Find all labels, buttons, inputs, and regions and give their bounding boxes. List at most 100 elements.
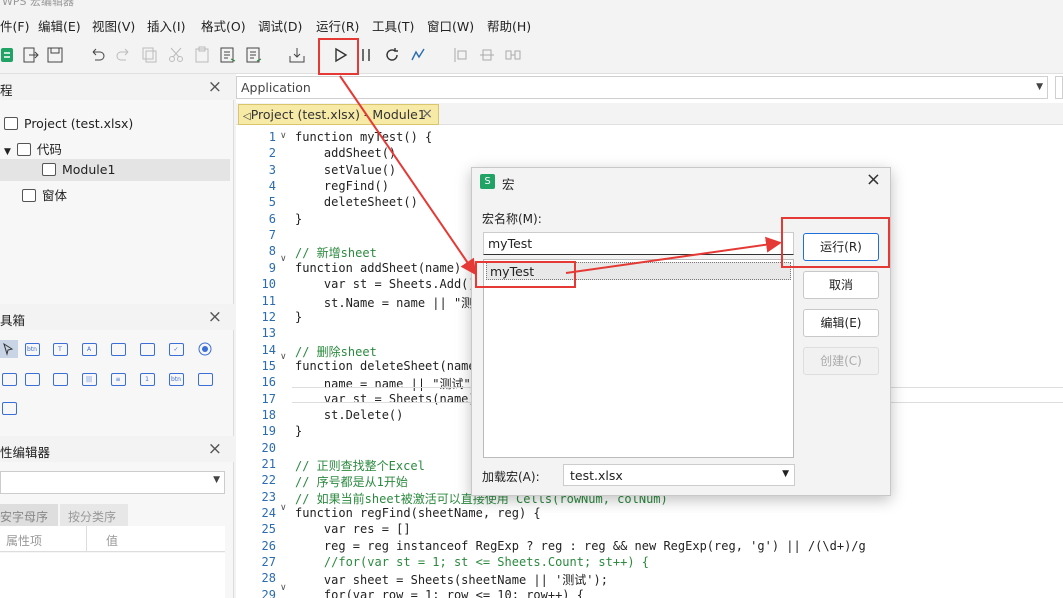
fold-chevron-icon[interactable]: ∨ xyxy=(280,352,287,362)
close-icon[interactable]: × xyxy=(208,77,222,97)
combobox-tool-icon[interactable] xyxy=(109,340,127,358)
code-line[interactable]: regFind() xyxy=(295,179,389,193)
menu-help[interactable]: 帮助(H) xyxy=(487,16,531,35)
code-line[interactable]: setValue() xyxy=(295,163,396,177)
close-icon[interactable]: × xyxy=(208,307,222,327)
radio-tool-icon[interactable] xyxy=(196,340,214,358)
code-line[interactable]: } xyxy=(295,424,302,438)
chevron-down-icon[interactable]: ▼ xyxy=(4,147,11,157)
slider-tool-icon[interactable] xyxy=(51,370,69,388)
edit-button[interactable]: 编辑(E) xyxy=(803,309,879,337)
number-tool-icon[interactable]: 1 xyxy=(138,370,156,388)
align-left-icon[interactable] xyxy=(451,45,471,65)
undo-icon[interactable] xyxy=(87,45,107,65)
checkbox-tool-icon[interactable]: ✓ xyxy=(167,340,185,358)
tree-project[interactable]: Project (test.xlsx) xyxy=(4,116,133,131)
code-line[interactable]: // 正则查找整个Excel xyxy=(295,457,425,474)
code-line[interactable]: for(var row = 1; row <= 10; row++) { xyxy=(295,588,584,598)
reset-icon[interactable] xyxy=(382,45,402,65)
wps-logo-icon[interactable] xyxy=(0,45,20,65)
image-tool-icon[interactable] xyxy=(0,399,18,417)
spin-tool-icon[interactable] xyxy=(23,370,41,388)
fold-chevron-icon[interactable]: ∨ xyxy=(280,131,287,141)
close-icon[interactable]: × xyxy=(208,439,222,459)
procedure-dropdown[interactable] xyxy=(1055,76,1063,99)
save-icon[interactable] xyxy=(45,45,65,65)
code-line[interactable]: // 序号都是从1开始 xyxy=(295,473,408,490)
code-line[interactable]: var res = [] xyxy=(295,522,411,536)
load-macro-select[interactable]: test.xlsx ▼ xyxy=(563,464,795,486)
create-button[interactable]: 创建(C) xyxy=(803,347,879,375)
code-line[interactable]: st.Name = name || "测 xyxy=(295,294,473,311)
close-icon[interactable]: × xyxy=(421,106,433,122)
code-line[interactable]: function deleteSheet(name xyxy=(295,359,476,373)
code-line[interactable]: //for(var st = 1; st <= Sheets.Count; st… xyxy=(295,555,649,569)
distribute-icon[interactable] xyxy=(503,45,523,65)
pointer-tool-icon[interactable] xyxy=(0,340,18,358)
code-line[interactable]: } xyxy=(295,212,302,226)
line-number: 4 xyxy=(268,179,276,194)
barcode-tool-icon[interactable]: ||| xyxy=(80,370,98,388)
fold-chevron-icon[interactable]: ∨ xyxy=(280,254,287,264)
list-tool-icon[interactable]: ≡ xyxy=(109,370,127,388)
macro-list[interactable]: myTest xyxy=(483,259,794,458)
menu-debug[interactable]: 调试(D) xyxy=(258,16,302,35)
code-line[interactable]: // 新增sheet xyxy=(295,244,377,261)
object-select[interactable]: ▼ xyxy=(0,471,225,494)
macro-name-input[interactable]: myTest xyxy=(483,232,794,255)
pause-icon[interactable] xyxy=(356,45,376,65)
align-center-icon[interactable] xyxy=(477,45,497,65)
fold-chevron-icon[interactable]: ∨ xyxy=(280,583,287,593)
textbox-tool-icon[interactable]: T xyxy=(51,340,69,358)
fold-chevron-icon[interactable]: ∨ xyxy=(280,503,287,513)
tab-module1[interactable]: ◁Project (test.xlsx) - Module1 × xyxy=(238,104,439,125)
tree-forms[interactable]: 窗体 xyxy=(22,185,67,204)
menu-insert[interactable]: 插入(I) xyxy=(147,16,185,35)
code-line[interactable]: } xyxy=(295,310,302,324)
menu-tools[interactable]: 工具(T) xyxy=(372,16,414,35)
copy-icon[interactable] xyxy=(140,45,160,65)
label-tool-icon[interactable]: btn xyxy=(23,340,41,358)
paste-icon[interactable] xyxy=(192,45,212,65)
indent-icon[interactable] xyxy=(218,45,238,65)
redo-icon[interactable] xyxy=(114,45,134,65)
cut-icon[interactable] xyxy=(166,45,186,65)
button-tool-icon[interactable]: btn xyxy=(167,370,185,388)
tab-alphabetical[interactable]: 安字母序 xyxy=(0,504,58,526)
tab-categorized[interactable]: 按分类序 xyxy=(60,504,128,526)
code-line[interactable]: addSheet() xyxy=(295,146,396,160)
frame-tool-icon[interactable]: A xyxy=(80,340,98,358)
code-line[interactable]: function regFind(sheetName, reg) { xyxy=(295,506,541,520)
menu-edit[interactable]: 编辑(E) xyxy=(38,16,81,35)
cancel-button[interactable]: 取消 xyxy=(803,271,879,299)
tree-code[interactable]: ▼ 代码 xyxy=(4,139,62,158)
menu-view[interactable]: 视图(V) xyxy=(92,16,135,35)
tab-module1-label: Project (test.xlsx) - Module1 xyxy=(250,107,426,122)
scrollbar-tool-icon[interactable] xyxy=(0,370,18,388)
code-line[interactable]: reg = reg instanceof RegExp ? reg : reg … xyxy=(295,539,866,553)
code-line[interactable]: st.Delete() xyxy=(295,408,403,422)
code-line[interactable]: var sheet = Sheets(sheetName || '测试'); xyxy=(295,571,608,588)
object-dropdown[interactable]: Application ▼ xyxy=(236,76,1048,99)
annotation-box-run-button xyxy=(781,217,890,268)
code-line[interactable]: // 删除sheet xyxy=(295,343,377,360)
menu-format[interactable]: 格式(O) xyxy=(201,16,246,35)
menu-file[interactable]: 件(F) xyxy=(0,16,29,35)
tree-module1[interactable]: Module1 xyxy=(0,159,230,181)
import-icon[interactable] xyxy=(287,45,307,65)
export-icon[interactable] xyxy=(20,45,40,65)
code-line[interactable]: var st = Sheets.Add() xyxy=(295,277,476,291)
design-mode-icon[interactable] xyxy=(408,45,428,65)
line-number: 28 xyxy=(261,571,276,586)
groupbox-tool-icon[interactable] xyxy=(196,370,214,388)
code-line[interactable]: deleteSheet() xyxy=(295,195,418,209)
tree-code-label: 代码 xyxy=(36,142,62,157)
menu-run[interactable]: 运行(R) xyxy=(316,16,359,35)
line-number: 27 xyxy=(261,555,276,570)
dialog-close-icon[interactable]: × xyxy=(866,169,881,190)
outdent-icon[interactable] xyxy=(244,45,264,65)
code-line[interactable]: function myTest() { xyxy=(295,130,432,144)
menu-window[interactable]: 窗口(W) xyxy=(427,16,474,35)
code-line[interactable]: function addSheet(name) { xyxy=(295,261,476,275)
listbox-tool-icon[interactable] xyxy=(138,340,156,358)
